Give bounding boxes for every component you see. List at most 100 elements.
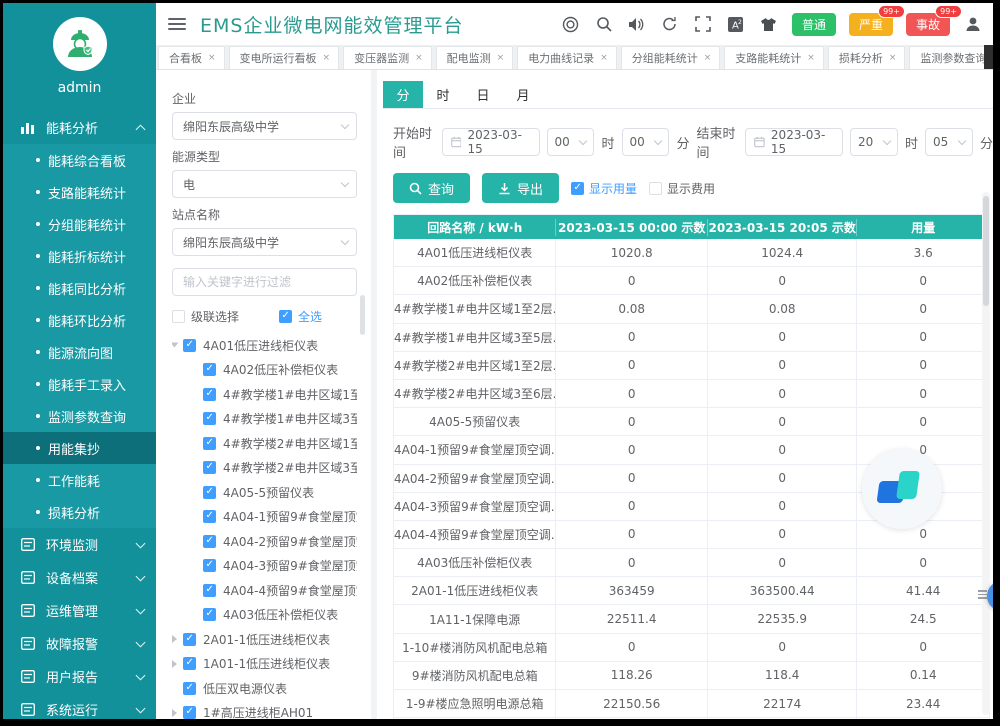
user-icon[interactable] [963,14,983,34]
table-scrollbar-thumb[interactable] [983,196,989,306]
table-row[interactable]: 4A02低压补偿柜仪表 0 0 0 [394,267,989,295]
period-tab[interactable]: 月 [503,81,543,108]
close-icon[interactable]: × [323,53,331,63]
caret-icon[interactable] [172,709,177,717]
tree-checkbox[interactable] [183,657,196,670]
close-icon[interactable]: × [889,53,897,63]
show-cost-checkbox[interactable] [649,182,662,195]
sidebar-group[interactable]: 设备档案 [3,561,156,594]
tree-node[interactable]: 4#教学楼2#电井区域1至2层动力仪表 [172,431,357,456]
tree-node[interactable]: 4A02低压补偿柜仪表 [172,358,357,383]
tree-scrollbar-thumb[interactable] [360,295,365,335]
start-minute-select[interactable]: 00 [622,128,670,156]
theme-shirt-icon[interactable] [759,14,779,34]
caret-icon[interactable] [172,660,177,668]
tree-checkbox[interactable] [203,535,216,548]
tree-node[interactable]: 4A04-4预留9#食堂屋顶空调机组仪表 [172,578,357,603]
sidebar-group[interactable]: 环境监测 [3,528,156,561]
enterprise-select[interactable]: 绵阳东辰高级中学 [172,112,357,140]
station-select[interactable]: 绵阳东辰高级中学 [172,228,357,256]
tree-checkbox[interactable] [203,486,216,499]
refresh-icon[interactable] [660,14,680,34]
alarm-badge-severe[interactable]: 严重 99+ [849,13,893,36]
sidebar-item[interactable]: 损耗分析 [3,496,156,528]
select-all-checkbox[interactable] [279,310,292,323]
sidebar-item[interactable]: 能耗环比分析 [3,304,156,336]
caret-icon[interactable] [172,343,179,348]
tree-node[interactable]: 4#教学楼1#电井区域3至5层动力仪表 [172,407,357,432]
avatar[interactable] [53,17,107,71]
period-tab[interactable]: 时 [423,81,463,108]
query-button[interactable]: 查询 [393,173,470,203]
caret-icon[interactable] [172,635,177,643]
tree-node[interactable]: 4#教学楼2#电井区域3至6层动力仪表 [172,456,357,481]
table-scrollbar[interactable] [982,192,990,715]
sidebar-group[interactable]: 用户报告 [3,660,156,693]
tree-node[interactable]: 低压双电源仪表 [172,676,357,701]
close-icon[interactable]: × [704,53,712,63]
tree-checkbox[interactable] [203,412,216,425]
close-icon[interactable]: × [497,53,505,63]
page-tab[interactable]: 分组能耗统计 × [621,46,721,69]
search-icon[interactable] [594,14,614,34]
sidebar-item[interactable]: 工作能耗 [3,464,156,496]
period-tab[interactable]: 日 [463,81,503,108]
alarm-badge-accident[interactable]: 事故 99+ [906,13,950,36]
sidebar-item[interactable]: 用能集抄 [3,432,156,464]
tree-checkbox[interactable] [183,682,196,695]
tree-node[interactable]: 4A04-2预留9#食堂屋顶空调机组仪表 [172,529,357,554]
tree-node[interactable]: 4A05-5预留仪表 [172,480,357,505]
alarm-badge-normal[interactable]: 普通 [792,13,836,36]
tree-checkbox[interactable] [203,388,216,401]
close-icon[interactable]: × [600,53,608,63]
tree-node[interactable]: 4A04-1预留9#食堂屋顶空调机组仪表 [172,505,357,530]
table-row[interactable]: 9#楼消防风机配电总箱 118.26 118.4 0.14 [394,662,989,690]
sidebar-item[interactable]: 监测参数查询 [3,400,156,432]
close-icon[interactable]: × [807,53,815,63]
sidebar-item[interactable]: 能耗综合看板 [3,144,156,176]
show-usage-checkbox[interactable] [571,182,584,195]
table-row[interactable]: 2A01-1低压进线柜仪表 363459 363500.44 41.44 [394,577,989,605]
sidebar-group[interactable]: 运维管理 [3,594,156,627]
page-tab[interactable]: 合看板 × [158,46,225,69]
tree-node[interactable]: 1#高压进线柜AH01 [172,701,357,720]
table-row[interactable]: 1-9#楼应急照明电源总箱 22150.56 22174 23.44 [394,690,989,718]
page-tab[interactable]: 支路能耗统计 × [724,46,824,69]
tree-node[interactable]: 4A01低压进线柜仪表 [172,333,357,358]
table-row[interactable]: 4#教学楼1#电井区域1至2层... 0.08 0.08 0 [394,295,989,323]
page-tab[interactable]: 变电所运行看板 × [229,46,340,69]
cascade-checkbox[interactable] [172,310,185,323]
sidebar-item[interactable]: 支路能耗统计 [3,176,156,208]
table-row[interactable]: 1-10#楼消防风机配电总箱 0 0 0 [394,634,989,662]
end-minute-select[interactable]: 05 [925,128,973,156]
page-tab[interactable]: 损耗分析 × [828,46,906,69]
tree-node[interactable]: 4A03低压补偿柜仪表 [172,603,357,628]
period-tab[interactable]: 分 [383,81,423,108]
table-row[interactable]: 4#教学楼2#电井区域3至6层... 0 0 0 [394,380,989,408]
fullscreen-icon[interactable] [693,14,713,34]
sidebar-item[interactable]: 能耗同比分析 [3,272,156,304]
tree-filter-input[interactable] [172,268,357,296]
page-tab[interactable]: 电力曲线记录 × [517,46,617,69]
tree-checkbox[interactable] [203,559,216,572]
table-row[interactable]: 4A01低压进线柜仪表 1020.8 1024.4 3.6 [394,239,989,267]
table-row[interactable]: 4#教学楼2#电井区域1至2层... 0 0 0 [394,352,989,380]
tree-checkbox[interactable] [203,461,216,474]
tree-checkbox[interactable] [183,633,196,646]
start-date-input[interactable]: 2023-03-15 [442,128,540,156]
tree-checkbox[interactable] [203,437,216,450]
table-row[interactable]: 4A03低压补偿柜仪表 0 0 0 [394,549,989,577]
tree-checkbox[interactable] [183,706,196,719]
page-tab[interactable]: 配电监测 × [436,46,514,69]
sidebar-group[interactable]: 故障报警 [3,627,156,660]
sidebar-group[interactable]: 系统运行 [3,693,156,719]
sidebar-item[interactable]: 能耗手工录入 [3,368,156,400]
tree-node[interactable]: 4A04-3预留9#食堂屋顶空调机组仪表 [172,554,357,579]
tree-checkbox[interactable] [203,363,216,376]
tree-checkbox[interactable] [203,608,216,621]
page-tab[interactable]: 变压器监测 × [343,46,432,69]
table-row[interactable]: 4#教学楼1#电井区域3至5层... 0 0 0 [394,324,989,352]
energy-type-select[interactable]: 电 [172,170,357,198]
close-icon[interactable]: × [208,53,216,63]
export-button[interactable]: 导出 [482,173,559,203]
